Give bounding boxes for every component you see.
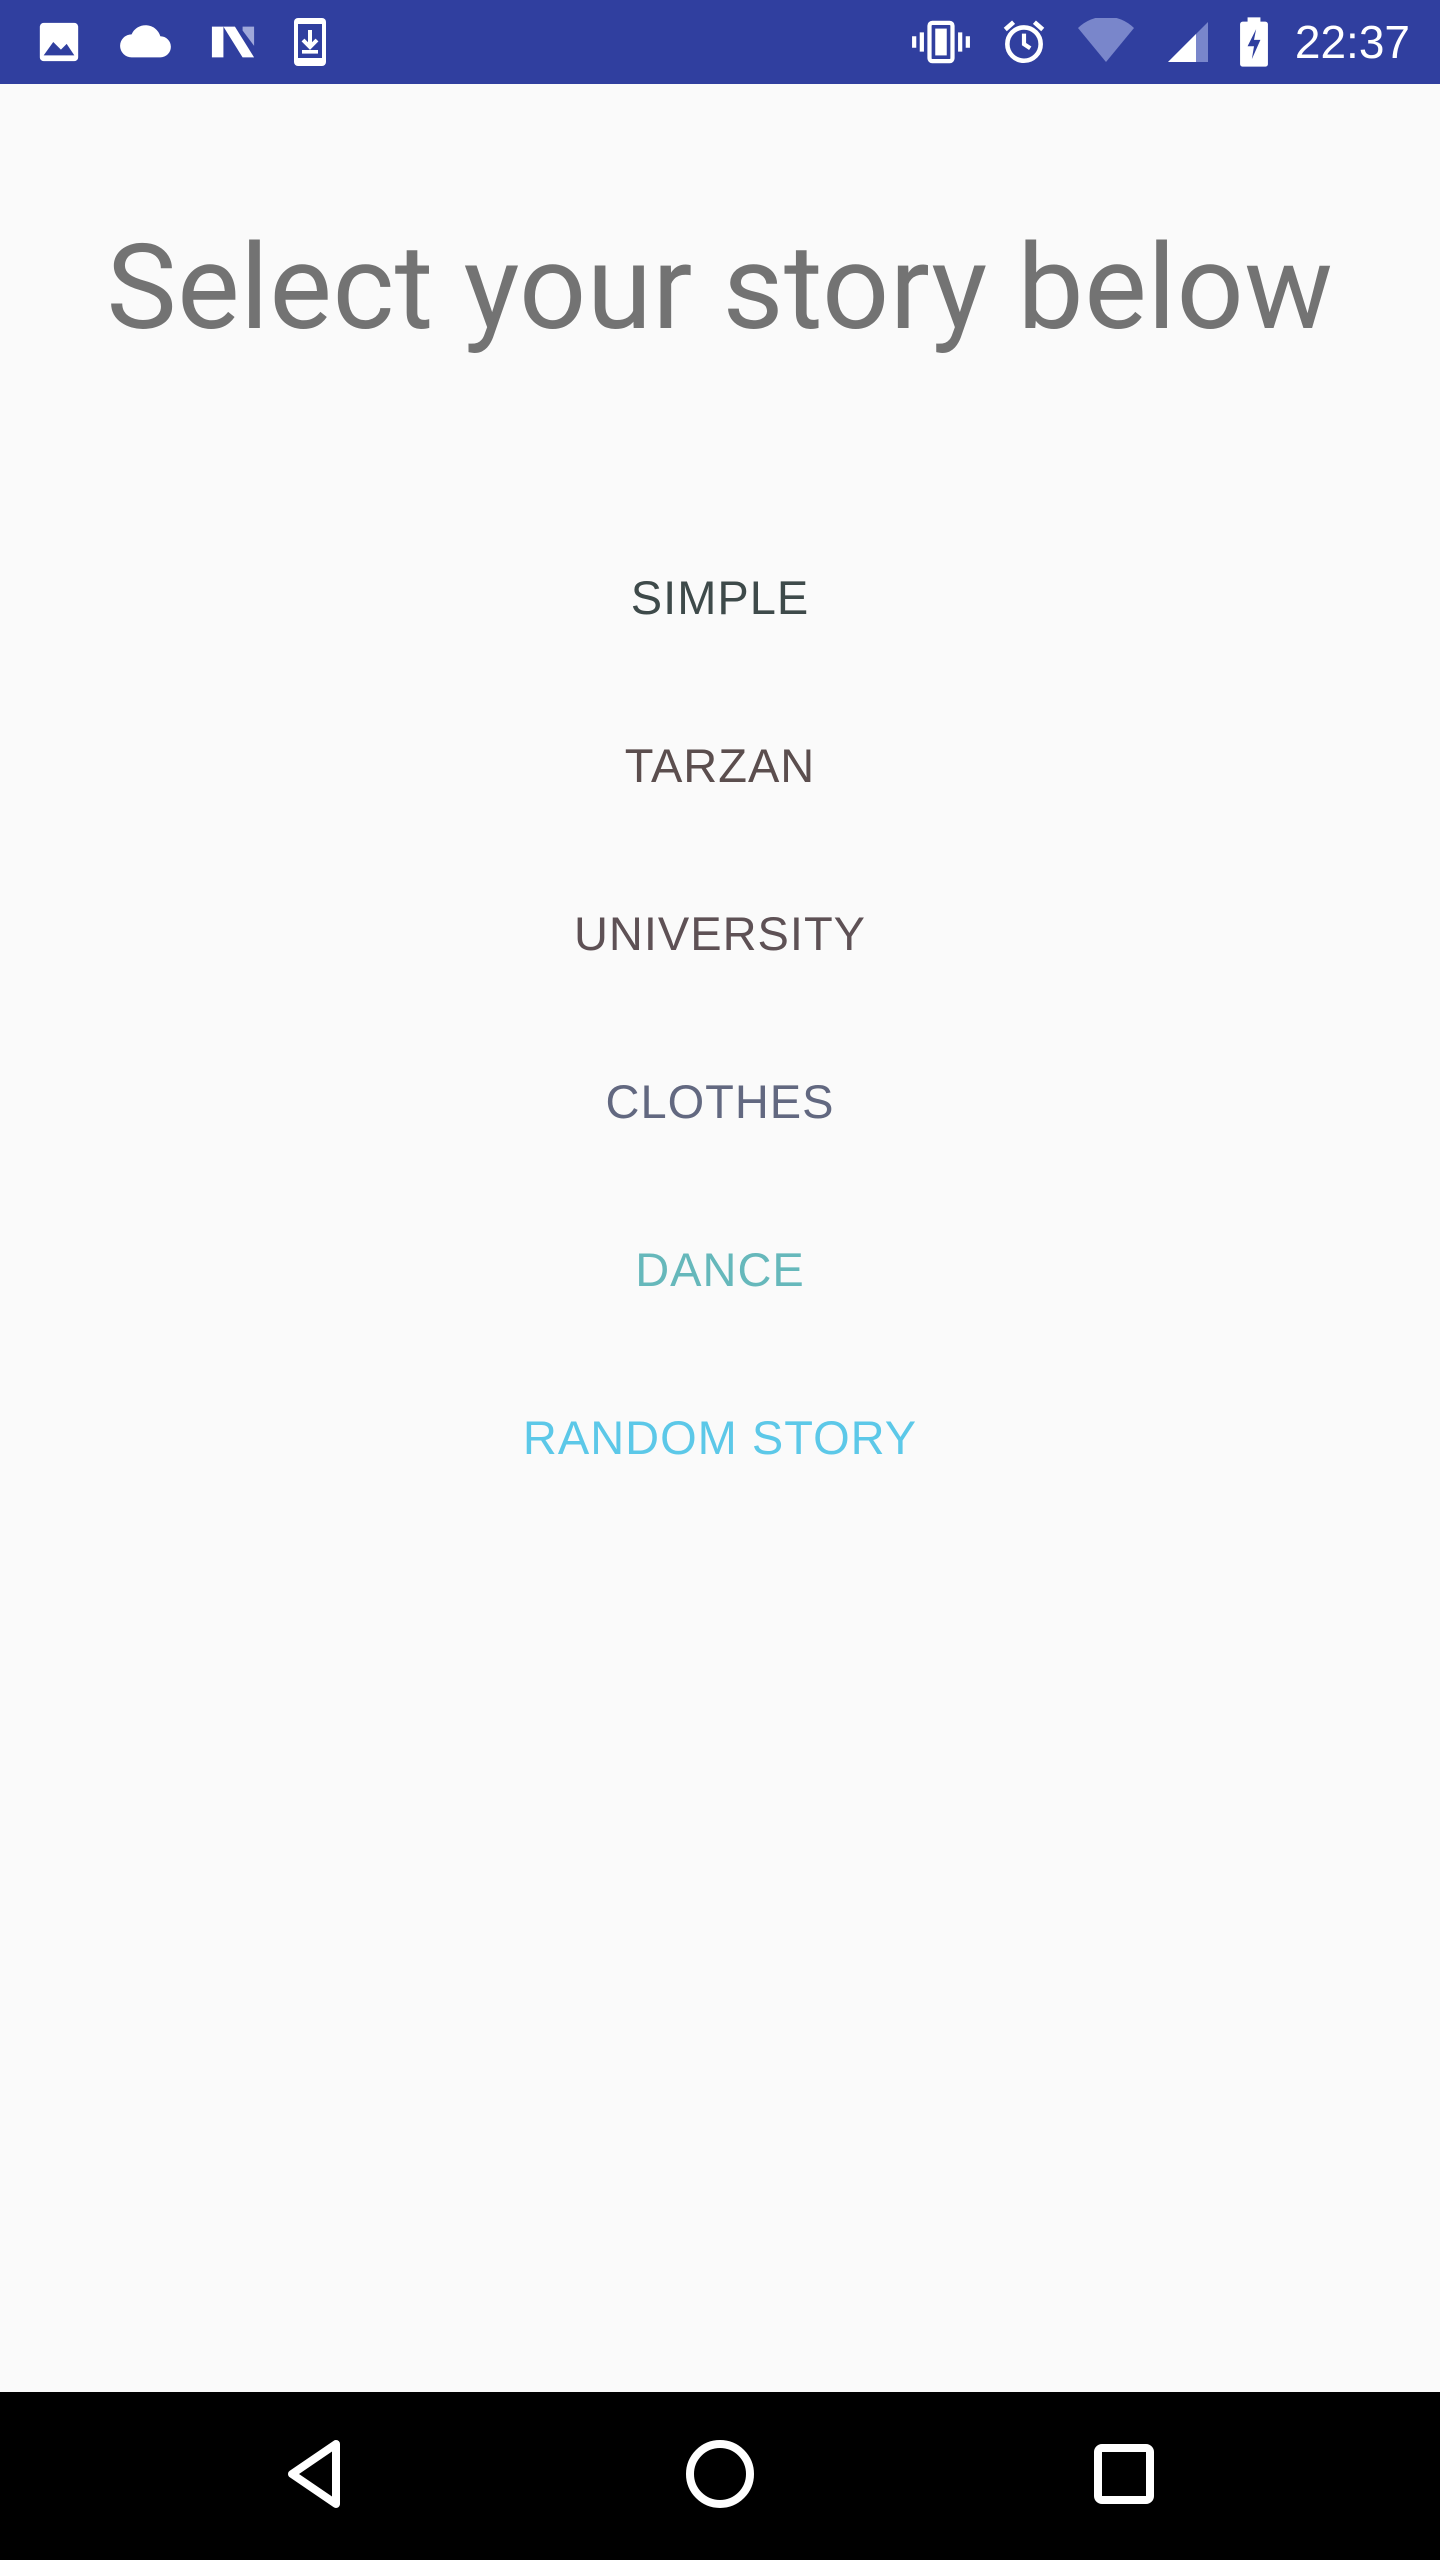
page-title: Select your story below bbox=[106, 219, 1334, 357]
status-right-icons: 22:37 bbox=[909, 0, 1410, 84]
alarm-icon bbox=[999, 17, 1049, 67]
wifi-icon bbox=[1075, 18, 1137, 66]
recents-icon bbox=[1092, 2442, 1156, 2510]
navigation-bar bbox=[0, 2392, 1440, 2560]
story-button-clothes[interactable]: CLOTHES bbox=[0, 1018, 1440, 1186]
image-icon bbox=[36, 19, 82, 65]
cloud-icon bbox=[116, 19, 174, 65]
home-button[interactable] bbox=[620, 2392, 820, 2560]
story-list: SIMPLE TARZAN UNIVERSITY CLOTHES DANCE R… bbox=[0, 514, 1440, 1522]
back-button[interactable] bbox=[216, 2392, 416, 2560]
back-icon bbox=[284, 2438, 348, 2514]
story-button-simple[interactable]: SIMPLE bbox=[0, 514, 1440, 682]
recents-button[interactable] bbox=[1024, 2392, 1224, 2560]
story-button-tarzan[interactable]: TARZAN bbox=[0, 682, 1440, 850]
battery-charging-icon bbox=[1239, 16, 1269, 68]
status-time: 22:37 bbox=[1294, 16, 1410, 68]
vibrate-icon bbox=[909, 19, 973, 65]
main-content: Select your story below SIMPLE TARZAN UN… bbox=[0, 84, 1440, 2392]
status-left-icons bbox=[36, 0, 328, 84]
home-icon bbox=[684, 2438, 756, 2514]
download-phone-icon bbox=[292, 16, 328, 68]
n-logo-icon bbox=[208, 19, 258, 65]
story-button-university[interactable]: UNIVERSITY bbox=[0, 850, 1440, 1018]
signal-icon bbox=[1163, 18, 1213, 66]
status-bar: 22:37 bbox=[0, 0, 1440, 84]
story-button-random-story[interactable]: RANDOM STORY bbox=[0, 1354, 1440, 1522]
story-button-dance[interactable]: DANCE bbox=[0, 1186, 1440, 1354]
